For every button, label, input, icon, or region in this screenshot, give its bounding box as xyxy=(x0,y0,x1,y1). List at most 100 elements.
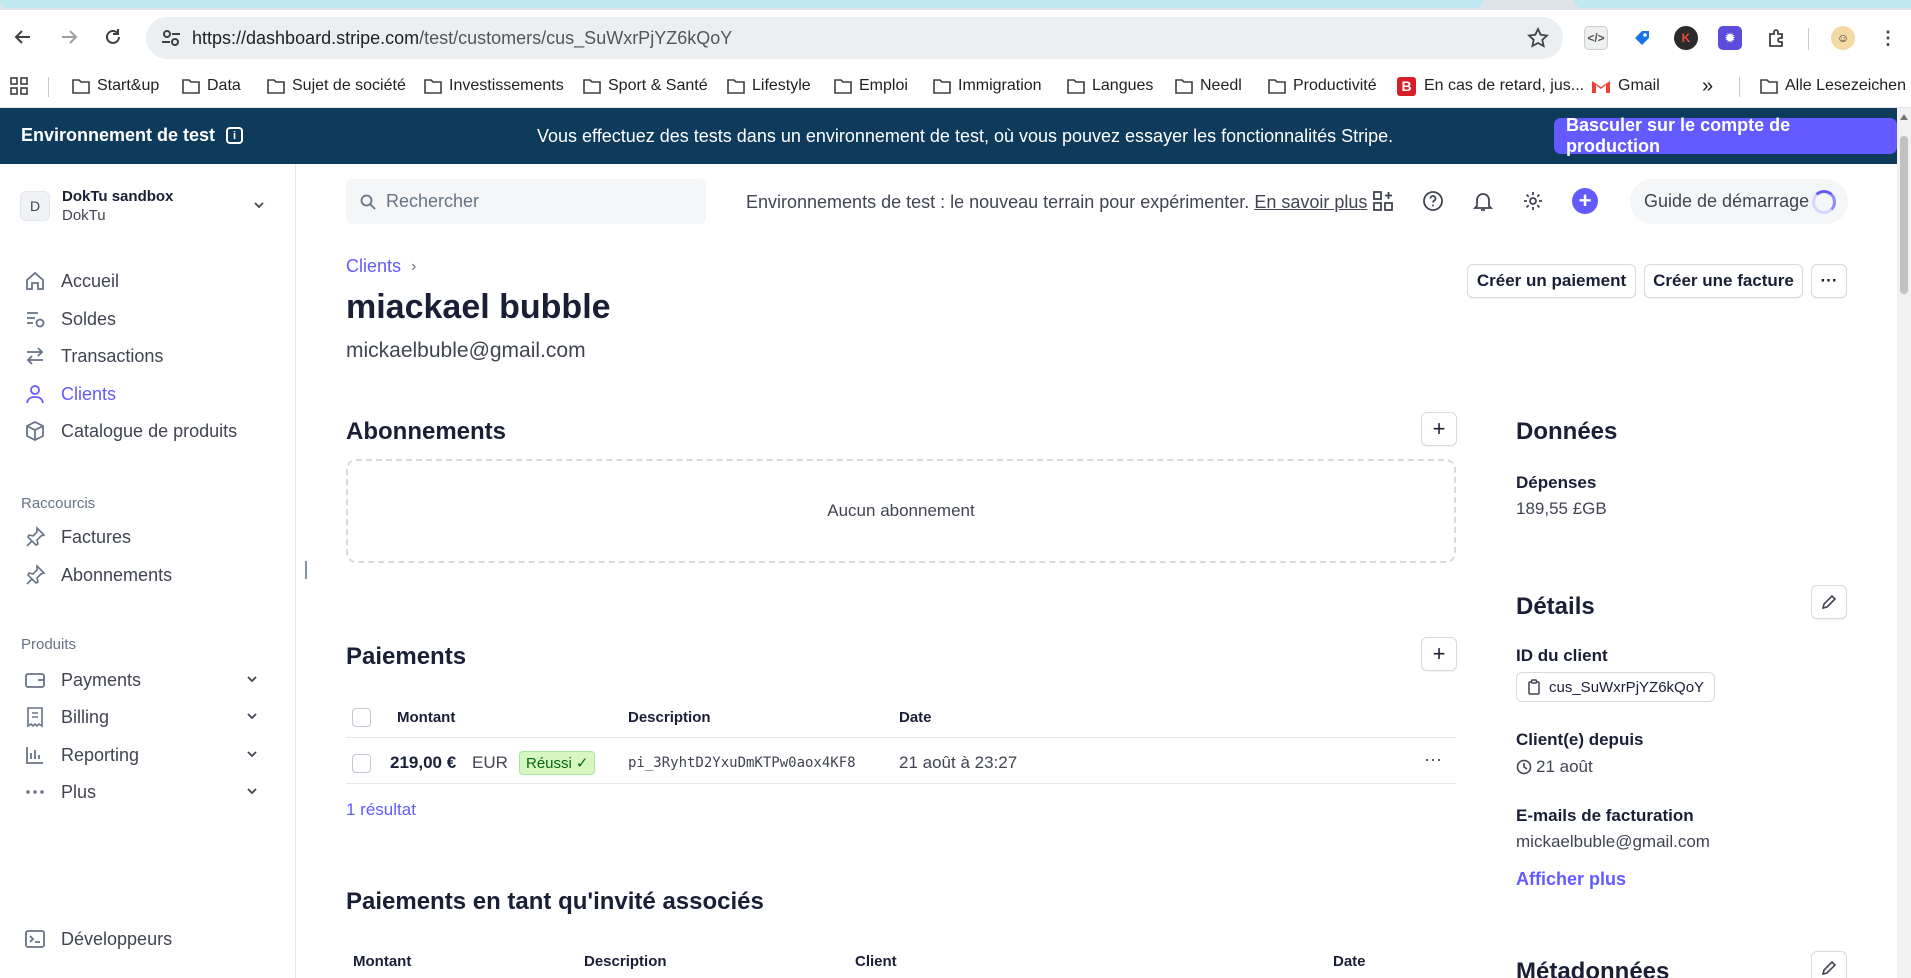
bell-icon[interactable] xyxy=(1470,188,1496,214)
browser-tab[interactable] xyxy=(1574,0,1911,8)
apps-add-icon[interactable] xyxy=(1370,188,1396,214)
create-plus-icon[interactable]: + xyxy=(1572,188,1598,214)
bookmark-folder[interactable]: Sujet de société xyxy=(267,74,406,98)
edit-details-button[interactable] xyxy=(1811,585,1847,619)
environment-label-text: Environnement de test xyxy=(21,125,216,145)
back-button[interactable] xyxy=(6,20,40,54)
sidebar-resize-handle[interactable] xyxy=(305,561,307,579)
bookmark-label: Langues xyxy=(1092,77,1154,94)
column-header-amount[interactable]: Montant xyxy=(353,953,411,970)
box-icon xyxy=(26,420,44,442)
sidebar-item-label: Clients xyxy=(61,383,117,404)
url-path: /test/customers/cus_SuWxrPjYZ6kQoY xyxy=(419,28,733,48)
k-extension-icon[interactable]: K xyxy=(1674,26,1698,50)
profile-avatar[interactable]: ☺ xyxy=(1831,26,1855,50)
reload-button[interactable] xyxy=(96,20,130,54)
more-actions-button[interactable]: ··· xyxy=(1811,264,1847,298)
devtools-extension-icon[interactable]: </> xyxy=(1584,26,1608,50)
bookmark-folder[interactable]: Lifestyle xyxy=(727,74,811,98)
account-avatar: D xyxy=(20,191,50,221)
sidebar-item-customers[interactable]: Clients xyxy=(24,379,274,409)
sidebar-item-reporting[interactable]: Reporting xyxy=(24,740,274,770)
data-heading: Données xyxy=(1516,418,1618,445)
edit-metadata-button[interactable] xyxy=(1811,951,1847,978)
payments-result-count[interactable]: 1 résultat xyxy=(346,800,416,820)
switch-to-live-button[interactable]: Basculer sur le compte de production xyxy=(1554,115,1897,156)
url-text[interactable]: https://dashboard.stripe.com/test/custom… xyxy=(192,28,732,49)
folder-icon xyxy=(1067,79,1085,94)
info-icon[interactable]: i xyxy=(226,127,244,144)
scrollbar-thumb[interactable] xyxy=(1900,136,1908,294)
breadcrumb: Clients › xyxy=(346,256,416,277)
apps-grid-icon[interactable] xyxy=(10,74,35,98)
column-header-customer[interactable]: Client xyxy=(855,953,897,970)
add-payment-button[interactable]: + xyxy=(1421,637,1457,671)
bookmarks-overflow-button[interactable]: » xyxy=(1702,74,1713,98)
bookmark-star-icon[interactable] xyxy=(1527,27,1549,49)
bookmark-label: Gmail xyxy=(1618,77,1660,94)
sidebar-item-home[interactable]: Accueil xyxy=(24,266,274,296)
sidebar-item-subscriptions[interactable]: Abonnements xyxy=(24,560,274,590)
transactions-arrows-icon xyxy=(26,347,44,365)
column-header-description[interactable]: Description xyxy=(628,709,711,726)
customer-id-copy-chip[interactable]: cus_SuWxrPjYZ6kQoY xyxy=(1516,672,1716,702)
sidebar-item-developers[interactable]: Développeurs xyxy=(24,924,274,954)
customer-since-label: Client(e) depuis xyxy=(1516,730,1644,749)
browser-tab-active[interactable] xyxy=(0,0,1483,8)
gear-icon[interactable] xyxy=(1520,188,1546,214)
bookmark-folder[interactable]: Langues xyxy=(1067,74,1153,98)
all-bookmarks-folder[interactable]: Alle Lesezeichen xyxy=(1760,74,1906,98)
bookmark-folder[interactable]: Investissements xyxy=(424,74,564,98)
help-icon[interactable] xyxy=(1420,188,1446,214)
search-input[interactable]: Rechercher xyxy=(346,179,706,224)
create-payment-button[interactable]: Créer un paiement xyxy=(1467,264,1636,298)
payment-amount: 219,00 € xyxy=(390,753,457,772)
bookmark-folder[interactable]: Immigration xyxy=(933,74,1042,98)
site-settings-icon[interactable] xyxy=(160,27,182,49)
column-header-date[interactable]: Date xyxy=(1333,953,1366,970)
sidebar-item-invoices[interactable]: Factures xyxy=(24,522,274,552)
browser-menu-icon[interactable]: ⋮ xyxy=(1876,26,1900,50)
bookmark-folder[interactable]: Emploi xyxy=(834,74,908,98)
gear-extension-icon[interactable]: ✹ xyxy=(1718,26,1742,50)
scroll-up-arrow-icon[interactable] xyxy=(1900,114,1908,120)
column-header-date[interactable]: Date xyxy=(899,709,932,726)
sidebar-item-billing[interactable]: Billing xyxy=(24,702,274,732)
row-more-button[interactable]: ··· xyxy=(1424,749,1442,770)
extensions-puzzle-icon[interactable] xyxy=(1764,26,1788,50)
address-bar[interactable]: https://dashboard.stripe.com/test/custom… xyxy=(146,17,1563,59)
sidebar-item-more[interactable]: Plus xyxy=(24,777,274,807)
create-invoice-button[interactable]: Créer une facture xyxy=(1644,264,1803,298)
bookmark-link[interactable]: B En cas de retard, jus... xyxy=(1397,74,1584,98)
bookmark-folder[interactable]: Needl xyxy=(1175,74,1242,98)
status-badge-label: Réussi xyxy=(526,754,572,772)
balances-icon xyxy=(27,312,45,328)
bookmark-folder[interactable]: Sport & Santé xyxy=(583,74,708,98)
forward-button[interactable] xyxy=(52,20,86,54)
sidebar-item-product-catalog[interactable]: Catalogue de produits xyxy=(24,416,274,446)
bookmark-folder[interactable]: Data xyxy=(182,74,241,98)
account-switcher[interactable]: D DokTu sandbox DokTu xyxy=(20,184,276,228)
bookmark-folder[interactable]: Start&up xyxy=(72,74,159,98)
row-checkbox[interactable] xyxy=(352,754,371,773)
show-more-link[interactable]: Afficher plus xyxy=(1516,869,1626,890)
bookmark-label: Start&up xyxy=(97,77,160,94)
select-all-checkbox[interactable] xyxy=(352,708,371,727)
learn-more-link[interactable]: En savoir plus xyxy=(1254,192,1367,212)
sidebar-item-payments[interactable]: Payments xyxy=(24,665,274,695)
bookmarks-divider xyxy=(48,77,49,97)
bookmark-link[interactable]: Gmail xyxy=(1591,74,1660,98)
folder-icon xyxy=(834,79,852,94)
setup-guide-button[interactable]: Guide de démarrage xyxy=(1630,179,1848,224)
column-header-amount[interactable]: Montant xyxy=(397,709,455,726)
page-scrollbar[interactable] xyxy=(1897,108,1911,978)
tag-extension-icon[interactable] xyxy=(1630,26,1654,50)
search-icon xyxy=(360,194,376,210)
bookmark-folder[interactable]: Productivité xyxy=(1268,74,1377,98)
sidebar-item-balances[interactable]: Soldes xyxy=(24,304,274,334)
column-header-description[interactable]: Description xyxy=(584,953,667,970)
back-arrow-icon xyxy=(14,30,30,44)
breadcrumb-customers-link[interactable]: Clients xyxy=(346,256,401,277)
add-subscription-button[interactable]: + xyxy=(1421,412,1457,446)
sidebar-item-transactions[interactable]: Transactions xyxy=(24,341,274,371)
